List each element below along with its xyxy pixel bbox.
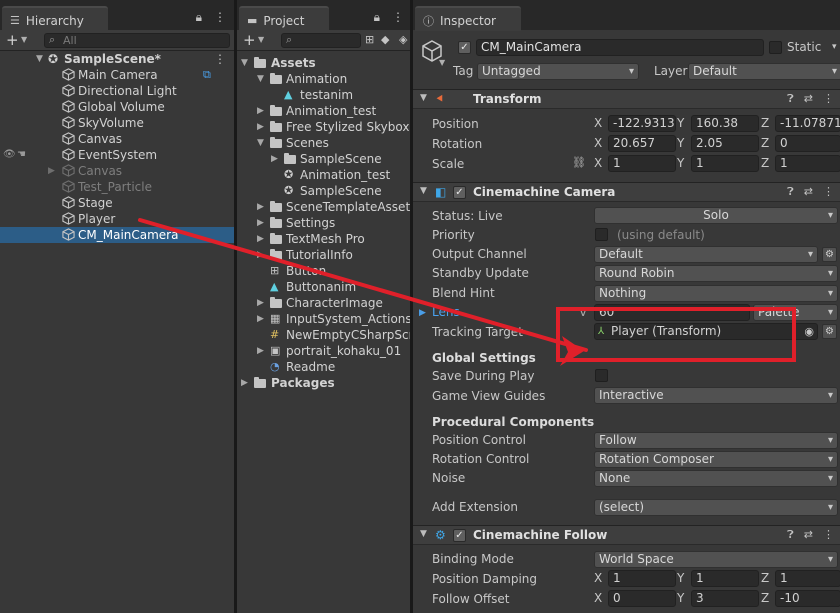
annotation-arrow-line: [138, 218, 588, 352]
annotation-overlay: [138, 218, 796, 366]
annotation-highlight-box: [556, 307, 796, 362]
